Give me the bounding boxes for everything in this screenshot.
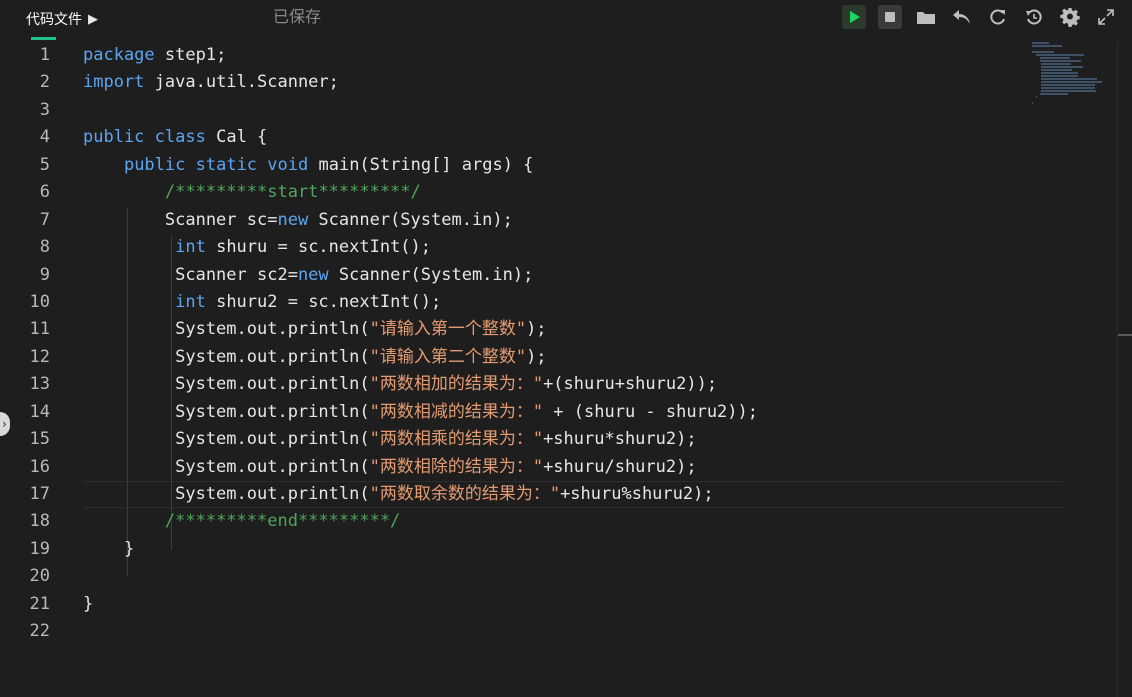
tab-label: 代码文件	[26, 12, 82, 28]
line-number-gutter: 1 2 3 4 5 6 7 8 9 10 11 12 13 14 15 16 17 18 19 20 21 22	[0, 42, 58, 646]
code-line[interactable]: /*********end*********/	[83, 508, 1043, 535]
history-button[interactable]	[1022, 5, 1046, 29]
minimap[interactable]	[1032, 42, 1118, 104]
code-editor[interactable]: 1 2 3 4 5 6 7 8 9 10 11 12 13 14 15 16 17 18 19 20 21 22 pack…	[0, 42, 1118, 697]
code-line[interactable]: public static void main(String[] args) {	[83, 152, 1043, 179]
line-number: 18	[29, 511, 50, 532]
tab-arrow-icon: ▶	[88, 11, 98, 27]
minimap-line	[1032, 51, 1054, 53]
minimap-line	[1040, 93, 1068, 95]
code-line[interactable]: Scanner sc=new Scanner(System.in);	[83, 207, 1043, 234]
code-line[interactable]: ​	[83, 563, 1043, 590]
refresh-button[interactable]	[986, 5, 1010, 29]
line-number: 17	[29, 484, 50, 504]
minimap-line	[1040, 60, 1081, 62]
line-number: 2	[39, 72, 50, 93]
line-number: 10	[29, 291, 50, 312]
minimap-line	[1041, 66, 1083, 68]
code-line[interactable]: int shuru = sc.nextInt();	[83, 234, 1043, 261]
minimap-line	[1032, 42, 1049, 44]
line-number: 21	[29, 593, 50, 614]
toolbar	[830, 5, 1118, 29]
code-line[interactable]: System.out.println("两数相减的结果为：" + (shuru …	[83, 399, 1043, 426]
line-number: 3	[39, 99, 50, 120]
line-number: 1	[39, 45, 50, 65]
code-line[interactable]: System.out.println("两数取余数的结果为："+shuru%sh…	[83, 481, 1063, 509]
play-icon	[850, 11, 860, 23]
minimap-line	[1041, 90, 1097, 92]
minimap-line	[1041, 78, 1098, 80]
line-number: 13	[29, 374, 50, 395]
tab-active-indicator	[31, 37, 56, 40]
history-icon	[1026, 9, 1042, 25]
stop-icon	[885, 12, 895, 22]
vertical-scrollbar[interactable]	[1117, 42, 1132, 697]
code-line[interactable]: System.out.println("两数相除的结果为："+shuru/shu…	[83, 454, 1043, 481]
fullscreen-button[interactable]	[1094, 5, 1118, 29]
folder-icon	[917, 12, 935, 24]
code-line[interactable]: Scanner sc2=new Scanner(System.in);	[83, 262, 1043, 289]
expand-icon	[1098, 9, 1114, 25]
scroll-position-marker	[1118, 334, 1132, 336]
undo-icon	[953, 10, 970, 24]
chevron-right-icon: ›	[0, 417, 8, 431]
minimap-line	[1036, 96, 1038, 98]
undo-button[interactable]	[950, 5, 974, 29]
line-number: 4	[39, 127, 50, 148]
code-line[interactable]: package step1;	[83, 42, 1043, 69]
folder-button[interactable]	[914, 5, 938, 29]
code-line[interactable]: System.out.println("请输入第一个整数");	[83, 316, 1043, 343]
code-line[interactable]: System.out.println("两数相乘的结果为："+shuru*shu…	[83, 426, 1043, 453]
line-number: 22	[29, 621, 50, 642]
minimap-line	[1041, 84, 1095, 86]
code-area[interactable]: package step1;import java.util.Scanner;​…	[83, 42, 1063, 646]
minimap-line	[1041, 81, 1103, 83]
save-status: 已保存	[273, 7, 322, 26]
minimap-line	[1032, 45, 1062, 47]
code-line[interactable]: import java.util.Scanner;	[83, 69, 1043, 96]
settings-button[interactable]	[1058, 5, 1082, 29]
minimap-line	[1041, 87, 1095, 89]
code-line[interactable]: public class Cal {	[83, 124, 1043, 151]
line-number: 19	[29, 538, 50, 559]
gear-icon	[1060, 8, 1080, 27]
line-number: 6	[39, 182, 50, 203]
code-line[interactable]: System.out.println("请输入第二个整数");	[83, 344, 1043, 371]
minimap-line	[1032, 102, 1034, 104]
minimap-line	[1041, 75, 1079, 77]
code-line[interactable]: int shuru2 = sc.nextInt();	[83, 289, 1043, 316]
run-button[interactable]	[842, 5, 866, 29]
tab-code-file[interactable]: 代码文件 ▶	[0, 0, 98, 38]
line-number: 5	[39, 154, 50, 175]
code-line[interactable]: ​	[83, 618, 1043, 645]
line-number: 8	[39, 237, 50, 258]
code-line[interactable]: System.out.println("两数相加的结果为："+(shuru+sh…	[83, 371, 1043, 398]
minimap-line	[1041, 72, 1079, 74]
code-line[interactable]: }	[83, 591, 1043, 618]
minimap-line	[1041, 69, 1073, 71]
top-bar: 代码文件 ▶ 已保存	[0, 0, 1132, 40]
code-line[interactable]: ​	[83, 97, 1043, 124]
code-line[interactable]: }	[83, 536, 1043, 563]
line-number: 16	[29, 456, 50, 477]
minimap-line	[1041, 63, 1071, 65]
line-number: 11	[29, 319, 50, 340]
line-number: 20	[29, 566, 50, 587]
stop-button[interactable]	[878, 5, 902, 29]
line-number: 9	[39, 264, 50, 285]
refresh-icon	[990, 9, 1005, 25]
line-number: 12	[29, 346, 50, 367]
minimap-line	[1040, 57, 1070, 59]
line-number: 7	[39, 209, 50, 230]
code-line[interactable]: /*********start*********/	[83, 179, 1043, 206]
minimap-line	[1036, 54, 1084, 56]
